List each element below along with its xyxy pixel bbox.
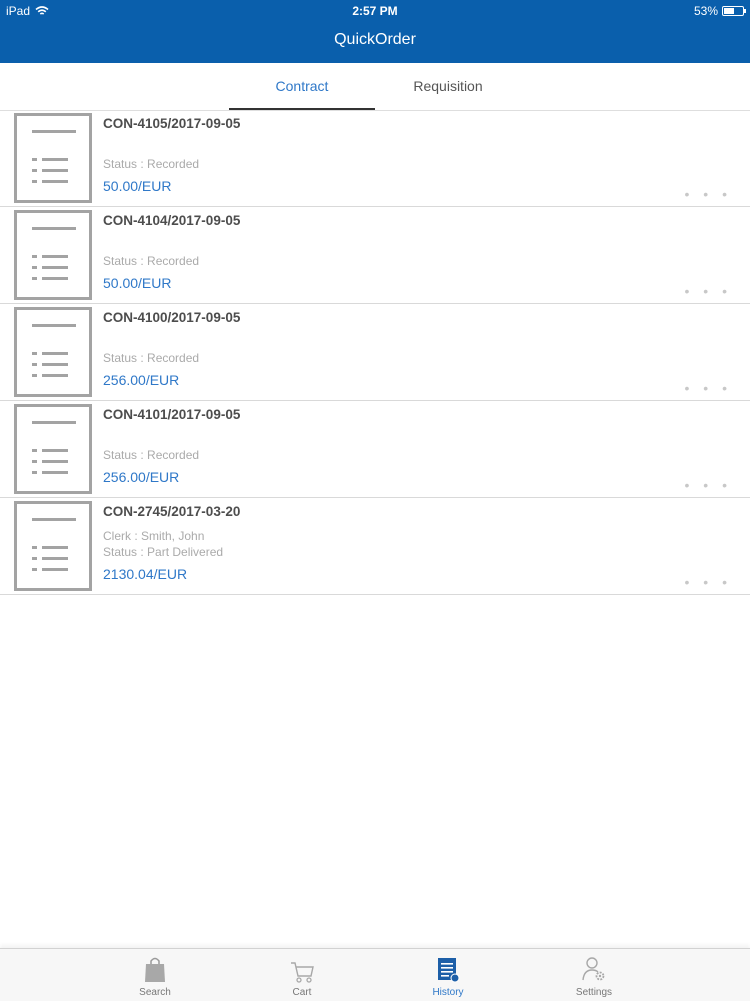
more-options-icon[interactable]: • • • (685, 284, 732, 298)
order-title: CON-4105/2017-09-05 (103, 116, 241, 131)
more-options-icon[interactable]: • • • (685, 381, 732, 395)
tabbar-label-search: Search (139, 987, 171, 998)
order-amount: 50.00/EUR (103, 275, 172, 291)
order-amount: 50.00/EUR (103, 178, 172, 194)
tab-requisition[interactable]: Requisition (375, 63, 521, 110)
page-title: QuickOrder (334, 31, 416, 48)
document-icon (14, 404, 92, 494)
order-status: Status : Recorded (103, 254, 200, 268)
bottom-tab-bar: Search Cart History Settings (0, 948, 750, 1001)
app-header: iPad 2:57 PM 53% QuickOrder (0, 0, 750, 63)
shopping-bag-icon (145, 957, 165, 982)
cart-icon (291, 962, 314, 983)
status-bar: iPad 2:57 PM 53% (0, 0, 750, 22)
more-options-icon[interactable]: • • • (685, 575, 732, 589)
tabbar-item-settings[interactable]: Settings (544, 949, 644, 1001)
document-icon (14, 113, 92, 203)
battery-icon (722, 6, 746, 16)
more-options-icon[interactable]: • • • (685, 187, 732, 201)
order-title: CON-4100/2017-09-05 (103, 310, 241, 325)
battery-percent: 53% (693, 4, 718, 18)
segment-tabs: Contract Requisition (0, 63, 750, 111)
order-title: CON-4104/2017-09-05 (103, 213, 241, 228)
document-icon (14, 307, 92, 397)
tabbar-item-search[interactable]: Search (105, 949, 205, 1001)
order-status: Status : Recorded (103, 351, 200, 365)
tabbar-item-history[interactable]: History (398, 949, 498, 1001)
clock: 2:57 PM (352, 4, 398, 18)
order-row[interactable]: CON-2745/2017-03-20 Clerk : Smith, John St… (0, 498, 750, 595)
more-options-icon[interactable]: • • • (685, 478, 732, 492)
tabbar-label-history: History (432, 987, 464, 998)
tabbar-item-cart[interactable]: Cart (252, 949, 352, 1001)
order-clerk: Clerk : Smith, John (103, 529, 205, 543)
order-status: Status : Part Delivered (103, 545, 224, 559)
user-gear-icon (582, 957, 605, 981)
order-row[interactable]: CON-4104/2017-09-05 Status : Recorded 50.0… (0, 207, 750, 304)
order-status: Status : Recorded (103, 157, 200, 171)
order-row[interactable]: CON-4100/2017-09-05 Status : Recorded 256.… (0, 304, 750, 401)
tabbar-label-settings: Settings (575, 987, 613, 998)
tab-contract[interactable]: Contract (229, 63, 375, 110)
order-amount: 256.00/EUR (103, 469, 180, 485)
order-list: CON-4105/2017-09-05 Status : Recorded 50.0… (0, 110, 750, 595)
history-icon (438, 958, 460, 983)
document-icon (14, 501, 92, 591)
document-icon (14, 210, 92, 300)
order-amount: 256.00/EUR (103, 372, 180, 388)
order-row[interactable]: CON-4101/2017-09-05 Status : Recorded 256.… (0, 401, 750, 498)
order-status: Status : Recorded (103, 448, 200, 462)
order-title: CON-4101/2017-09-05 (103, 407, 241, 422)
order-title: CON-2745/2017-03-20 (103, 504, 241, 519)
order-amount: 2130.04/EUR (103, 566, 188, 582)
order-row[interactable]: CON-4105/2017-09-05 Status : Recorded 50.0… (0, 110, 750, 207)
tabbar-label-cart: Cart (292, 987, 312, 998)
